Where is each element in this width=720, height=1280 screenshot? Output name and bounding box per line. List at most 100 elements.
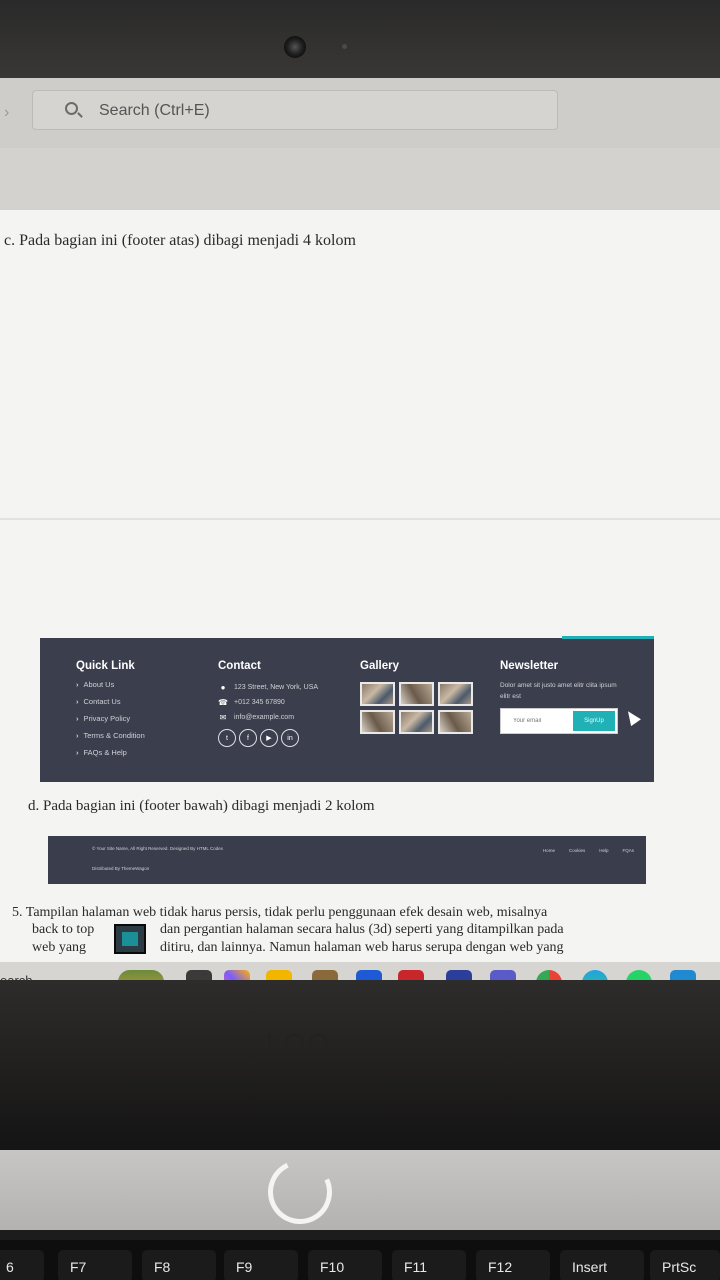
envelope-icon: ✉ [219,713,227,722]
footer-accent-bar [562,636,654,639]
list-item[interactable]: › Contact Us [76,697,145,714]
quick-link-label: FAQs & Help [83,748,127,757]
vscode-icon[interactable] [670,970,696,980]
edge-icon[interactable] [582,970,608,980]
copilot-icon[interactable] [224,970,250,980]
gallery-thumbnail[interactable] [360,710,395,734]
newsletter-column: Newsletter Dolor amet sit justo amet eli… [500,660,620,734]
key-f8[interactable]: F8 [142,1250,216,1280]
key-insert[interactable]: Insert [560,1250,644,1280]
key-prtsc[interactable]: PrtSc [650,1250,720,1280]
ribbon-area [0,148,720,210]
contact-address: ● 123 Street, New York, USA [218,680,318,695]
l-app-icon[interactable] [356,970,382,980]
twitter-icon[interactable]: t [218,729,236,747]
back-arrow-icon[interactable]: › [4,104,9,122]
chevron-right-icon: › [76,697,79,706]
gallery-thumbnail[interactable] [399,710,434,734]
newsletter-title: Newsletter [500,660,559,672]
store-icon[interactable] [312,970,338,980]
key-6[interactable]: 6 [0,1250,44,1280]
gallery-thumbnail[interactable] [438,682,473,706]
gallery-column: Gallery [360,660,473,734]
address-text: 123 Street, New York, USA [234,684,319,691]
weather-widget-icon[interactable] [118,970,164,980]
phone-icon: ☎ [218,698,228,707]
copyright-text: © Your Site Name, All Right Reserved. De… [92,846,223,851]
key-f12[interactable]: F12 [476,1250,550,1280]
gallery-grid [360,682,473,734]
taskbar-search-label[interactable]: earch [0,973,33,980]
paragraph-line-3-left: web yang [32,940,87,955]
quick-link-label: Contact Us [83,697,121,706]
search-icon [65,102,78,115]
social-links: t f ▶ in [218,729,318,747]
footer-link-help[interactable]: Help [599,848,608,853]
chrome-icon[interactable] [536,970,562,980]
app-icon[interactable] [446,970,472,980]
teams-icon[interactable] [490,970,516,980]
contact-phone: ☎ +012 345 67890 [218,695,318,710]
paragraph-line-2-left: back to top [32,922,95,937]
key-f7[interactable]: F7 [58,1250,132,1280]
page-divider [0,518,720,520]
heading-footer-atas: c. Pada bagian ini (footer atas) dibagi … [4,232,356,249]
taskbar: earch [0,962,720,980]
key-f11[interactable]: F11 [392,1250,466,1280]
footer-bottom-links: Home Cookies Help FQAs [543,848,634,853]
quick-link-list: › About Us › Contact Us › Privacy Policy › T… [76,680,145,765]
newsletter-form: SignUp [500,708,618,734]
search-placeholder: Search (Ctrl+E) [99,102,210,119]
gallery-title: Gallery [360,660,399,672]
quick-link-column: Quick Link › About Us › Contact Us › Privac… [76,660,145,765]
document-page: c. Pada bagian ini (footer atas) dibagi … [0,210,720,962]
youtube-icon[interactable]: ▶ [260,729,278,747]
footer-link-cookies[interactable]: Cookies [569,848,585,853]
chevron-right-icon: › [76,731,79,740]
chevron-right-icon: › [76,714,79,723]
phone-text: +012 345 67890 [234,699,285,706]
laptop-screen: › Search (Ctrl+E) c. Pada bagian ini (fo… [0,78,720,980]
search-input[interactable]: Search (Ctrl+E) [32,90,558,130]
gallery-thumbnail[interactable] [360,682,395,706]
linkedin-icon[interactable]: in [281,729,299,747]
quick-link-label: Terms & Condition [83,731,145,740]
key-f10[interactable]: F10 [308,1250,382,1280]
list-item[interactable]: › Terms & Condition [76,731,145,748]
file-explorer-icon[interactable] [266,970,292,980]
paragraph-line-3-right: ditiru, dan lainnya. Namun halaman web h… [160,940,564,955]
distributed-text: Distributed By ThemeWagon [92,866,150,871]
contact-title: Contact [218,660,261,672]
whatsapp-icon[interactable] [626,970,652,980]
webcam-icon [284,36,306,58]
list-item[interactable]: › Privacy Policy [76,714,145,731]
chevron-right-icon: › [76,748,79,757]
newsletter-text: Dolor amet sit justo amet elitr clita ip… [500,682,617,700]
newsletter-email-input[interactable] [503,711,573,731]
footer-bottom-screenshot: © Your Site Name, All Right Reserved. De… [48,836,646,884]
gallery-thumbnail[interactable] [438,710,473,734]
webcam-led [342,44,347,49]
mcafee-icon[interactable] [398,970,424,980]
list-item[interactable]: › About Us [76,680,145,697]
map-marker-icon: ● [220,683,226,692]
contact-column: Contact ● 123 Street, New York, USA ☎ +012… [218,660,318,747]
laptop-top-bezel [0,0,720,82]
quick-link-label: Privacy Policy [83,714,131,723]
back-to-top-image [114,924,146,954]
footer-top-screenshot: Quick Link › About Us › Contact Us › Privac… [40,636,654,782]
paragraph-line-2-right: dan pergantian halaman secara halus (3d)… [160,922,564,937]
laptop-hinge-deck [0,1150,720,1230]
task-view-icon[interactable] [186,970,212,980]
footer-link-home[interactable]: Home [543,848,555,853]
chevron-right-icon: › [76,680,79,689]
paragraph-line-1: 5. Tampilan halaman web tidak harus pers… [12,905,548,920]
footer-link-fqas[interactable]: FQAs [622,848,634,853]
gallery-thumbnail[interactable] [399,682,434,706]
quick-link-label: About Us [83,680,115,689]
key-f9[interactable]: F9 [224,1250,298,1280]
signup-button[interactable]: SignUp [573,711,615,731]
facebook-icon[interactable]: f [239,729,257,747]
list-item[interactable]: › FAQs & Help [76,748,145,765]
quick-link-title: Quick Link [76,660,135,672]
